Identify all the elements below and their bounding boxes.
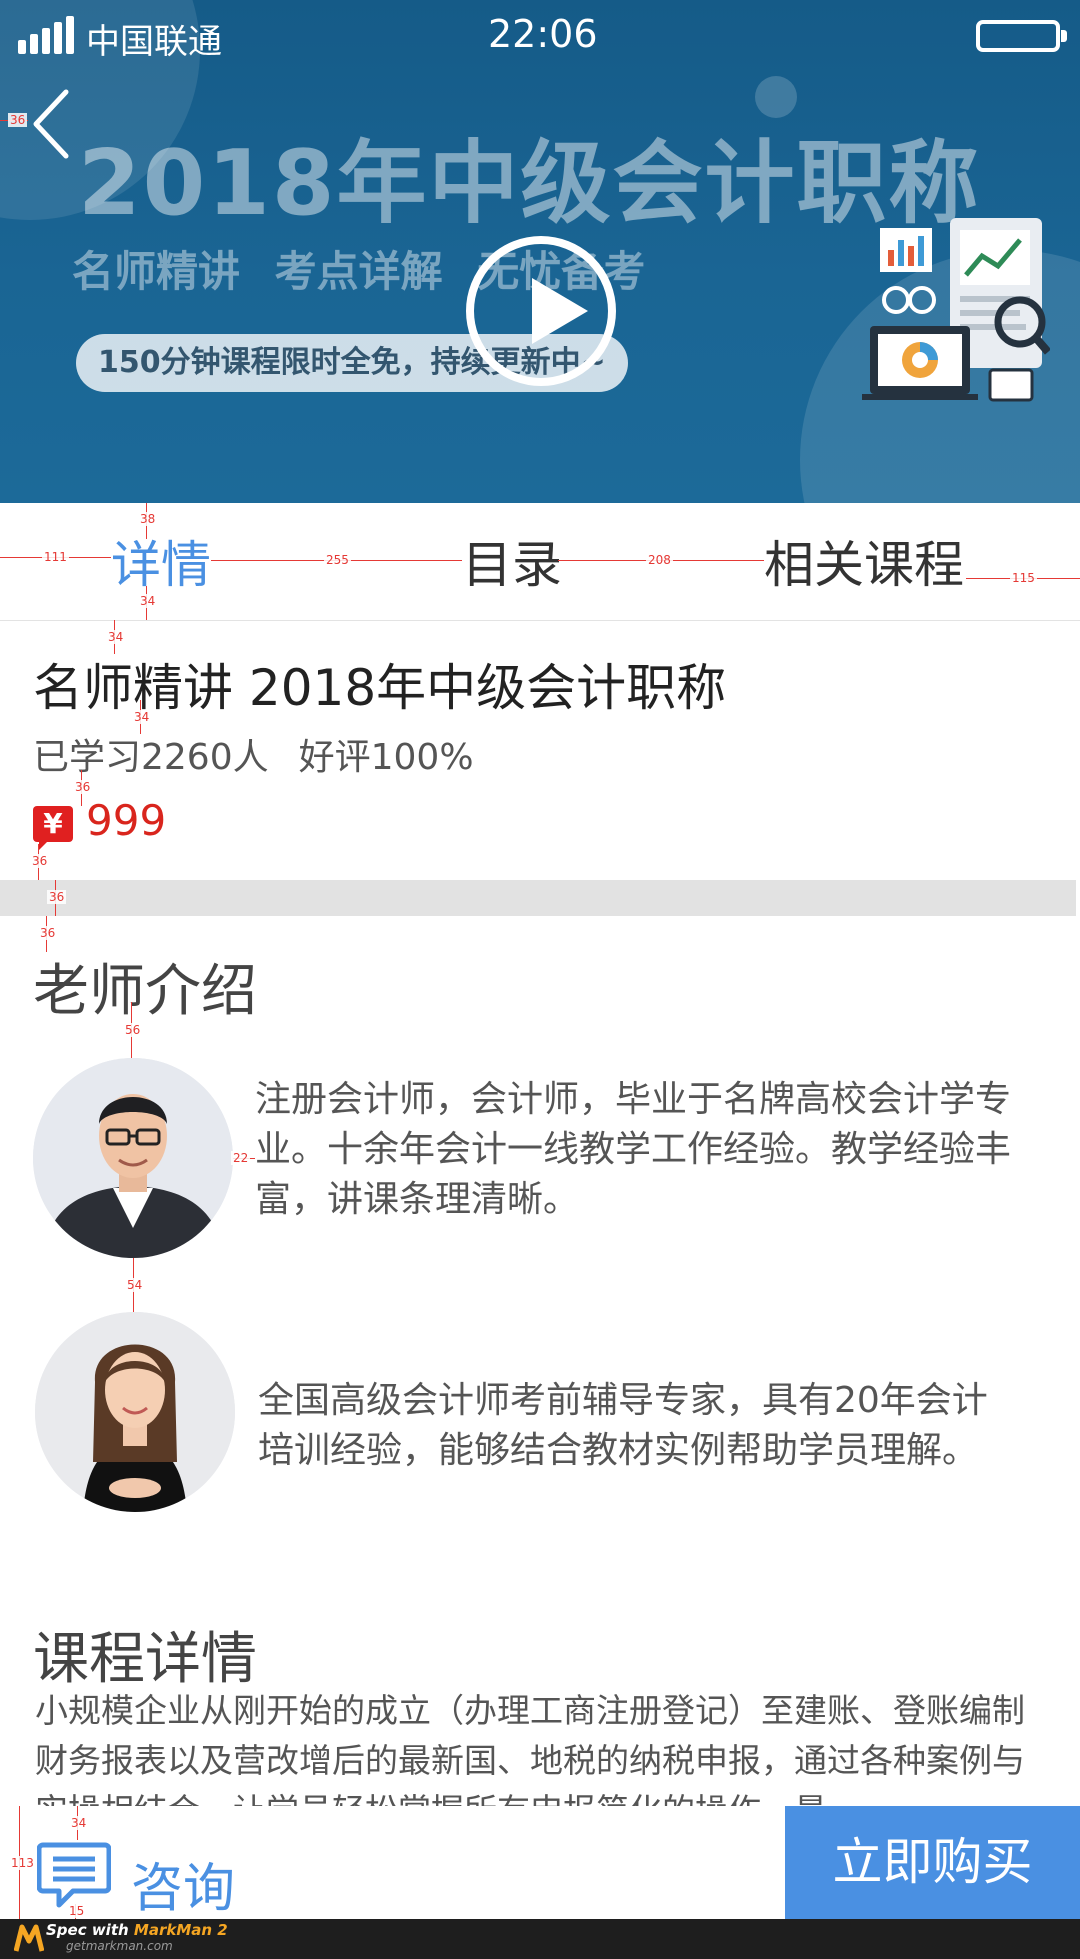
carrier-name: 中国联通: [86, 22, 222, 62]
bottom-action-bar: 咨询 立即购买: [0, 1806, 1080, 1919]
footer-brand-name: MarkMan 2: [133, 1921, 228, 1939]
spec-label: 34: [106, 630, 126, 644]
buy-now-button[interactable]: 立即购买: [785, 1806, 1080, 1919]
spec-label: 36: [30, 854, 50, 868]
tab-bar: 详情 目录 相关课程: [0, 503, 1080, 621]
spec-label: 111: [42, 550, 69, 564]
spec-label: 34: [69, 1816, 89, 1830]
footer-brand: Spec with MarkMan 2: [46, 1921, 228, 1939]
footer-brand-prefix: Spec with: [46, 1921, 134, 1939]
markman-logo-icon: [14, 1924, 44, 1952]
rating: 好评100%: [298, 737, 474, 778]
tab-catalog[interactable]: 目录: [462, 533, 562, 597]
chat-bubble-icon[interactable]: [37, 1841, 111, 1911]
teacher-avatar: [33, 1058, 233, 1258]
spec-label: 22: [231, 1151, 251, 1165]
video-banner[interactable]: 中国联通 22:06 2018年中级会计职称 名师精讲 考点详解 无忧备考 15…: [0, 0, 1080, 503]
banner-title: 2018年中级会计职称: [78, 131, 981, 236]
spec-label: 36: [38, 926, 58, 940]
markman-footer: Spec with MarkMan 2 getmarkman.com: [0, 1919, 1080, 1959]
tab-related-courses[interactable]: 相关课程: [764, 533, 964, 597]
spec-label: 15: [67, 1904, 87, 1918]
battery-icon: [976, 20, 1067, 52]
clock: 22:06: [488, 12, 598, 56]
teacher-avatar: [35, 1312, 235, 1512]
spec-label: 34: [138, 594, 158, 608]
spec-label: 113: [9, 1856, 36, 1870]
consult-button[interactable]: 咨询: [131, 1846, 235, 1921]
spec-label: 208: [646, 553, 673, 567]
spec-label: 34: [132, 710, 152, 724]
signal-icon: [18, 16, 76, 54]
spec-label: 56: [123, 1023, 143, 1037]
tab-details[interactable]: 详情: [111, 533, 211, 597]
price-tag-icon: ¥: [33, 806, 73, 850]
teacher-description: 注册会计师，会计师，毕业于名牌高校会计学专业。十余年会计一线教学工作经验。教学经…: [255, 1079, 1012, 1220]
status-bar: 中国联通 22:06: [0, 0, 1080, 72]
back-icon[interactable]: [30, 88, 80, 160]
spec-label: 36: [8, 113, 28, 127]
spec-label: 115: [1010, 571, 1037, 585]
learner-count: 已学习2260人: [33, 737, 269, 778]
spec-label: 54: [125, 1278, 145, 1292]
course-detail-title: 课程详情: [33, 1627, 257, 1692]
spec-label: 36: [73, 780, 93, 794]
course-stats: 已学习2260人 好评100%: [33, 728, 474, 780]
report-illustration-icon: [862, 218, 1050, 402]
teacher-section-title: 老师介绍: [33, 959, 257, 1024]
teacher-description: 全国高级会计师考前辅导专家，具有20年会计培训经验，能够结合教材实例帮助学员理解…: [258, 1380, 988, 1471]
footer-site: getmarkman.com: [66, 1939, 173, 1953]
play-button[interactable]: [466, 236, 616, 386]
section-divider: [0, 880, 1076, 916]
course-detail-text: 小规模企业从刚开始的成立（办理工商注册登记）至建账、登账编制财务报表以及营改增后…: [35, 1691, 1025, 1826]
spec-label: 36: [47, 890, 67, 904]
spec-label: 255: [324, 553, 351, 567]
spec-label: 38: [138, 512, 158, 526]
price: 999: [86, 796, 167, 845]
